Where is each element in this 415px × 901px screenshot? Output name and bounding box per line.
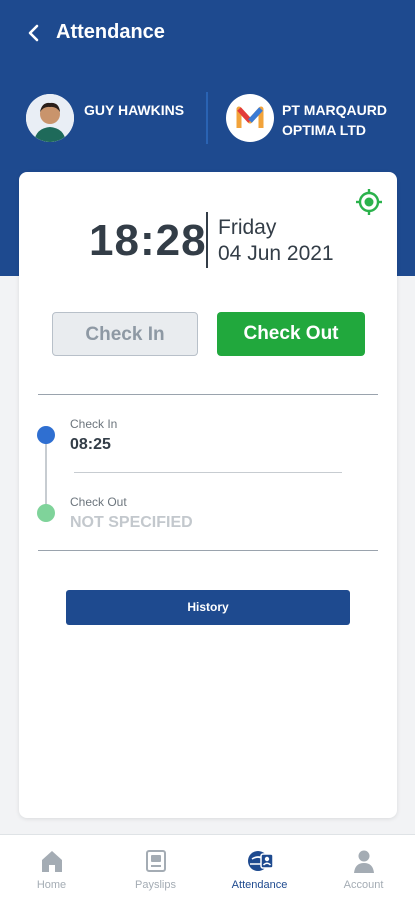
nav-label: Account: [343, 879, 384, 891]
nav-label: Home: [36, 879, 67, 891]
company-logo: [226, 94, 274, 142]
nav-item-home[interactable]: Home: [0, 835, 103, 901]
avatar-image: [26, 94, 74, 142]
check-in-time: 08:25: [70, 436, 111, 453]
header-divider: [206, 92, 208, 144]
timeline-separator: [74, 472, 342, 473]
divider: [38, 550, 378, 551]
top-bar: Attendance: [0, 0, 415, 68]
home-icon: [42, 851, 62, 872]
company-info: PT MARQAURD OPTIMA LTD: [226, 94, 406, 144]
current-day: Friday: [218, 216, 277, 239]
divider: [38, 394, 378, 395]
nav-item-attendance[interactable]: Attendance: [208, 835, 311, 901]
attendance-icon: [248, 851, 274, 871]
current-time: 18:28: [89, 216, 207, 265]
history-button[interactable]: History: [66, 590, 350, 625]
check-out-label: Check Out: [70, 495, 127, 509]
check-out-button[interactable]: Check Out: [217, 312, 365, 356]
chevron-left-icon[interactable]: [24, 22, 44, 44]
check-in-button[interactable]: Check In: [52, 312, 198, 356]
check-out-dot: [37, 504, 55, 522]
account-icon: [354, 850, 374, 873]
time-divider: [206, 212, 208, 268]
current-date: 04 Jun 2021: [218, 242, 334, 265]
location-target-icon[interactable]: [355, 188, 383, 216]
nav-item-payslips[interactable]: Payslips: [104, 835, 207, 901]
nav-label: Payslips: [135, 879, 176, 891]
user-name: GUY HAWKINS: [84, 102, 185, 118]
company-name: PT MARQAURD OPTIMA LTD: [282, 102, 387, 138]
check-out-value: NOT SPECIFIED: [70, 514, 193, 531]
payslip-icon: [146, 850, 166, 872]
user-profile: GUY HAWKINS: [26, 94, 206, 144]
avatar: [26, 94, 74, 142]
company-logo-mark: [236, 106, 264, 128]
bottom-nav: Home Payslips Attendance Account: [0, 834, 415, 901]
page-title: Attendance: [56, 21, 165, 43]
check-in-dot: [37, 426, 55, 444]
attendance-card: 18:28 Friday 04 Jun 2021 Check In Check …: [19, 172, 397, 818]
check-in-label: Check In: [70, 417, 118, 431]
nav-item-account[interactable]: Account: [312, 835, 415, 901]
nav-label: Attendance: [231, 879, 288, 891]
timeline-line: [45, 434, 47, 514]
